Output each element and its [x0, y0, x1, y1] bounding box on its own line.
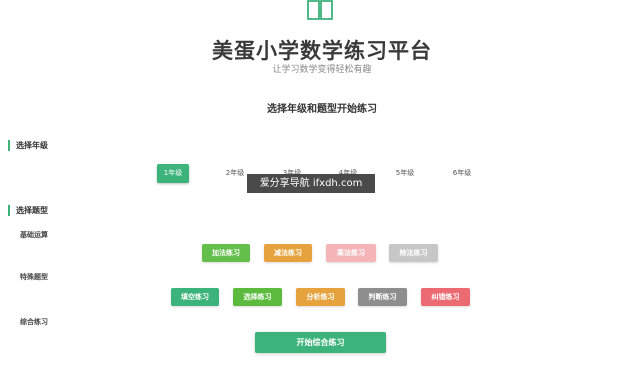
division-practice-button[interactable]: 除法练习 [389, 244, 438, 262]
grade-button-6[interactable]: 6年级 [446, 164, 478, 183]
grade-section-heading: 选择年级 [8, 140, 48, 151]
selection-prompt: 选择年级和题型开始练习 [267, 104, 377, 115]
app-title: 美蛋小学数学练习平台 [212, 39, 432, 63]
open-book-icon [307, 0, 333, 20]
grade-button-5[interactable]: 5年级 [389, 164, 421, 183]
grade-button-1[interactable]: 1年级 [157, 164, 189, 183]
error-correction-practice-button[interactable]: 纠错练习 [421, 288, 470, 306]
fill-blank-practice-button[interactable]: 填空练习 [171, 288, 219, 306]
basic-ops-label: 基础运算 [20, 231, 48, 239]
analysis-practice-button[interactable]: 分析练习 [296, 288, 345, 306]
addition-practice-button[interactable]: 加法练习 [202, 244, 250, 262]
site-watermark: 爱分享导航 ifxdh.com [247, 174, 375, 193]
subtraction-practice-button[interactable]: 减法练习 [264, 244, 312, 262]
special-types-label: 特殊题型 [20, 273, 48, 281]
multiplication-practice-button[interactable]: 乘法练习 [326, 244, 376, 262]
choice-practice-button[interactable]: 选择练习 [233, 288, 282, 306]
judgment-practice-button[interactable]: 判断练习 [358, 288, 407, 306]
type-section-heading: 选择题型 [8, 205, 48, 216]
app-subtitle: 让学习数学变得轻松有趣 [272, 65, 372, 75]
start-combined-practice-button[interactable]: 开始综合练习 [255, 332, 386, 353]
combined-practice-label: 综合练习 [20, 318, 48, 326]
